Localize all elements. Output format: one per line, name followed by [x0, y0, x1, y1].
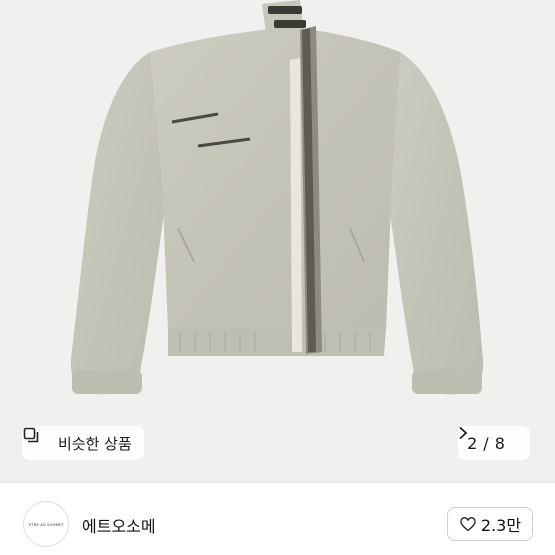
seller-avatar[interactable]: ETRE AU SOMMET	[23, 501, 69, 547]
seller-bar: ETRE AU SOMMET 에트오소메 2.3만	[0, 482, 555, 555]
like-button[interactable]: 2.3만	[447, 507, 533, 541]
image-counter[interactable]: 2 / 8	[458, 426, 530, 460]
total-image-count: 8	[494, 433, 505, 453]
chevron-right-icon	[459, 426, 521, 450]
similar-products-button[interactable]: 비슷한 상품	[22, 426, 144, 460]
current-image-number: 2	[467, 433, 478, 453]
like-count: 2.3만	[480, 516, 522, 535]
seller-name[interactable]: 에트오소메	[82, 513, 156, 537]
jacket-photo	[70, 0, 484, 395]
counter-separator: /	[483, 433, 489, 453]
heart-icon	[459, 515, 477, 533]
similar-products-label: 비슷한 상품	[58, 434, 132, 453]
product-image[interactable]: 비슷한 상품 2 / 8	[0, 0, 555, 482]
avatar-logo-text: ETRE AU SOMMET	[28, 521, 64, 527]
similar-products-icon	[23, 427, 52, 452]
